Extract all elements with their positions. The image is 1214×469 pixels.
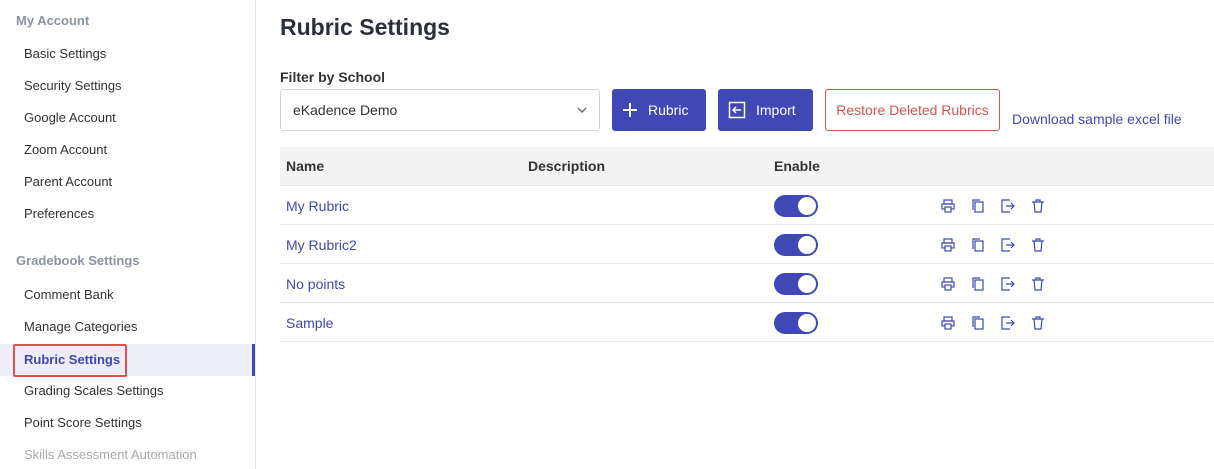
print-icon[interactable] bbox=[940, 315, 956, 331]
download-sample-excel-link[interactable]: Download sample excel file bbox=[1012, 111, 1182, 127]
filter-by-school-label: Filter by School bbox=[280, 69, 386, 85]
enable-toggle[interactable] bbox=[774, 273, 818, 295]
sidebar-section-gradebook-settings: Gradebook Settings bbox=[16, 253, 140, 268]
school-select[interactable]: eKadence Demo bbox=[280, 89, 600, 131]
rubric-table: Name Description Enable My Rubric My Rub… bbox=[280, 147, 1214, 342]
rubric-name-link[interactable]: Sample bbox=[286, 315, 333, 331]
enable-toggle[interactable] bbox=[774, 234, 818, 256]
sidebar-item-rubric-settings[interactable]: Rubric Settings bbox=[0, 344, 255, 376]
sidebar-item-security-settings[interactable]: Security Settings bbox=[0, 70, 255, 102]
rubric-name-link[interactable]: No points bbox=[286, 276, 345, 292]
sidebar-item-basic-settings[interactable]: Basic Settings bbox=[0, 38, 255, 70]
copy-icon[interactable] bbox=[970, 276, 986, 292]
sidebar-item-parent-account[interactable]: Parent Account bbox=[0, 166, 255, 198]
import-label: Import bbox=[756, 102, 796, 118]
table-header: Name Description Enable bbox=[280, 147, 1214, 186]
enable-toggle[interactable] bbox=[774, 195, 818, 217]
main-content: Rubric Settings Filter by School eKadenc… bbox=[256, 0, 1214, 469]
sidebar-item-preferences[interactable]: Preferences bbox=[0, 198, 255, 230]
table-row: No points bbox=[280, 264, 1214, 303]
export-icon[interactable] bbox=[1000, 315, 1016, 331]
page-title: Rubric Settings bbox=[280, 14, 450, 40]
sidebar-item-comment-bank[interactable]: Comment Bank bbox=[0, 279, 255, 311]
column-header-name: Name bbox=[286, 158, 325, 174]
enable-toggle[interactable] bbox=[774, 312, 818, 334]
rubric-name-link[interactable]: My Rubric2 bbox=[286, 237, 357, 253]
print-icon[interactable] bbox=[940, 198, 956, 214]
trash-icon[interactable] bbox=[1030, 315, 1046, 331]
sidebar-section-my-account: My Account bbox=[16, 13, 90, 28]
sidebar: My Account Basic Settings Security Setti… bbox=[0, 0, 256, 469]
export-icon[interactable] bbox=[1000, 276, 1016, 292]
sidebar-item-google-account[interactable]: Google Account bbox=[0, 102, 255, 134]
export-icon[interactable] bbox=[1000, 237, 1016, 253]
sidebar-item-manage-categories[interactable]: Manage Categories bbox=[0, 311, 255, 343]
import-icon bbox=[728, 101, 746, 119]
copy-icon[interactable] bbox=[970, 237, 986, 253]
restore-deleted-rubrics-button[interactable]: Restore Deleted Rubrics bbox=[825, 89, 1000, 131]
column-header-enable: Enable bbox=[774, 158, 820, 174]
table-row: Sample bbox=[280, 303, 1214, 342]
add-rubric-label: Rubric bbox=[648, 102, 689, 118]
rubric-name-link[interactable]: My Rubric bbox=[286, 198, 349, 214]
column-header-description: Description bbox=[528, 158, 606, 174]
copy-icon[interactable] bbox=[970, 315, 986, 331]
export-icon[interactable] bbox=[1000, 198, 1016, 214]
sidebar-item-point-score-settings[interactable]: Point Score Settings bbox=[0, 407, 255, 439]
import-button[interactable]: Import bbox=[718, 89, 813, 131]
trash-icon[interactable] bbox=[1030, 276, 1046, 292]
plus-icon bbox=[623, 103, 637, 117]
print-icon[interactable] bbox=[940, 276, 956, 292]
sidebar-item-zoom-account[interactable]: Zoom Account bbox=[0, 134, 255, 166]
trash-icon[interactable] bbox=[1030, 198, 1046, 214]
print-icon[interactable] bbox=[940, 237, 956, 253]
table-row: My Rubric2 bbox=[280, 225, 1214, 264]
school-select-value: eKadence Demo bbox=[293, 102, 398, 118]
sidebar-item-skills-assessment-automation[interactable]: Skills Assessment Automation bbox=[0, 439, 255, 469]
table-row: My Rubric bbox=[280, 186, 1214, 225]
trash-icon[interactable] bbox=[1030, 237, 1046, 253]
chevron-down-icon bbox=[577, 107, 587, 113]
sidebar-item-grading-scales-settings[interactable]: Grading Scales Settings bbox=[0, 375, 255, 407]
copy-icon[interactable] bbox=[970, 198, 986, 214]
add-rubric-button[interactable]: Rubric bbox=[612, 89, 706, 131]
